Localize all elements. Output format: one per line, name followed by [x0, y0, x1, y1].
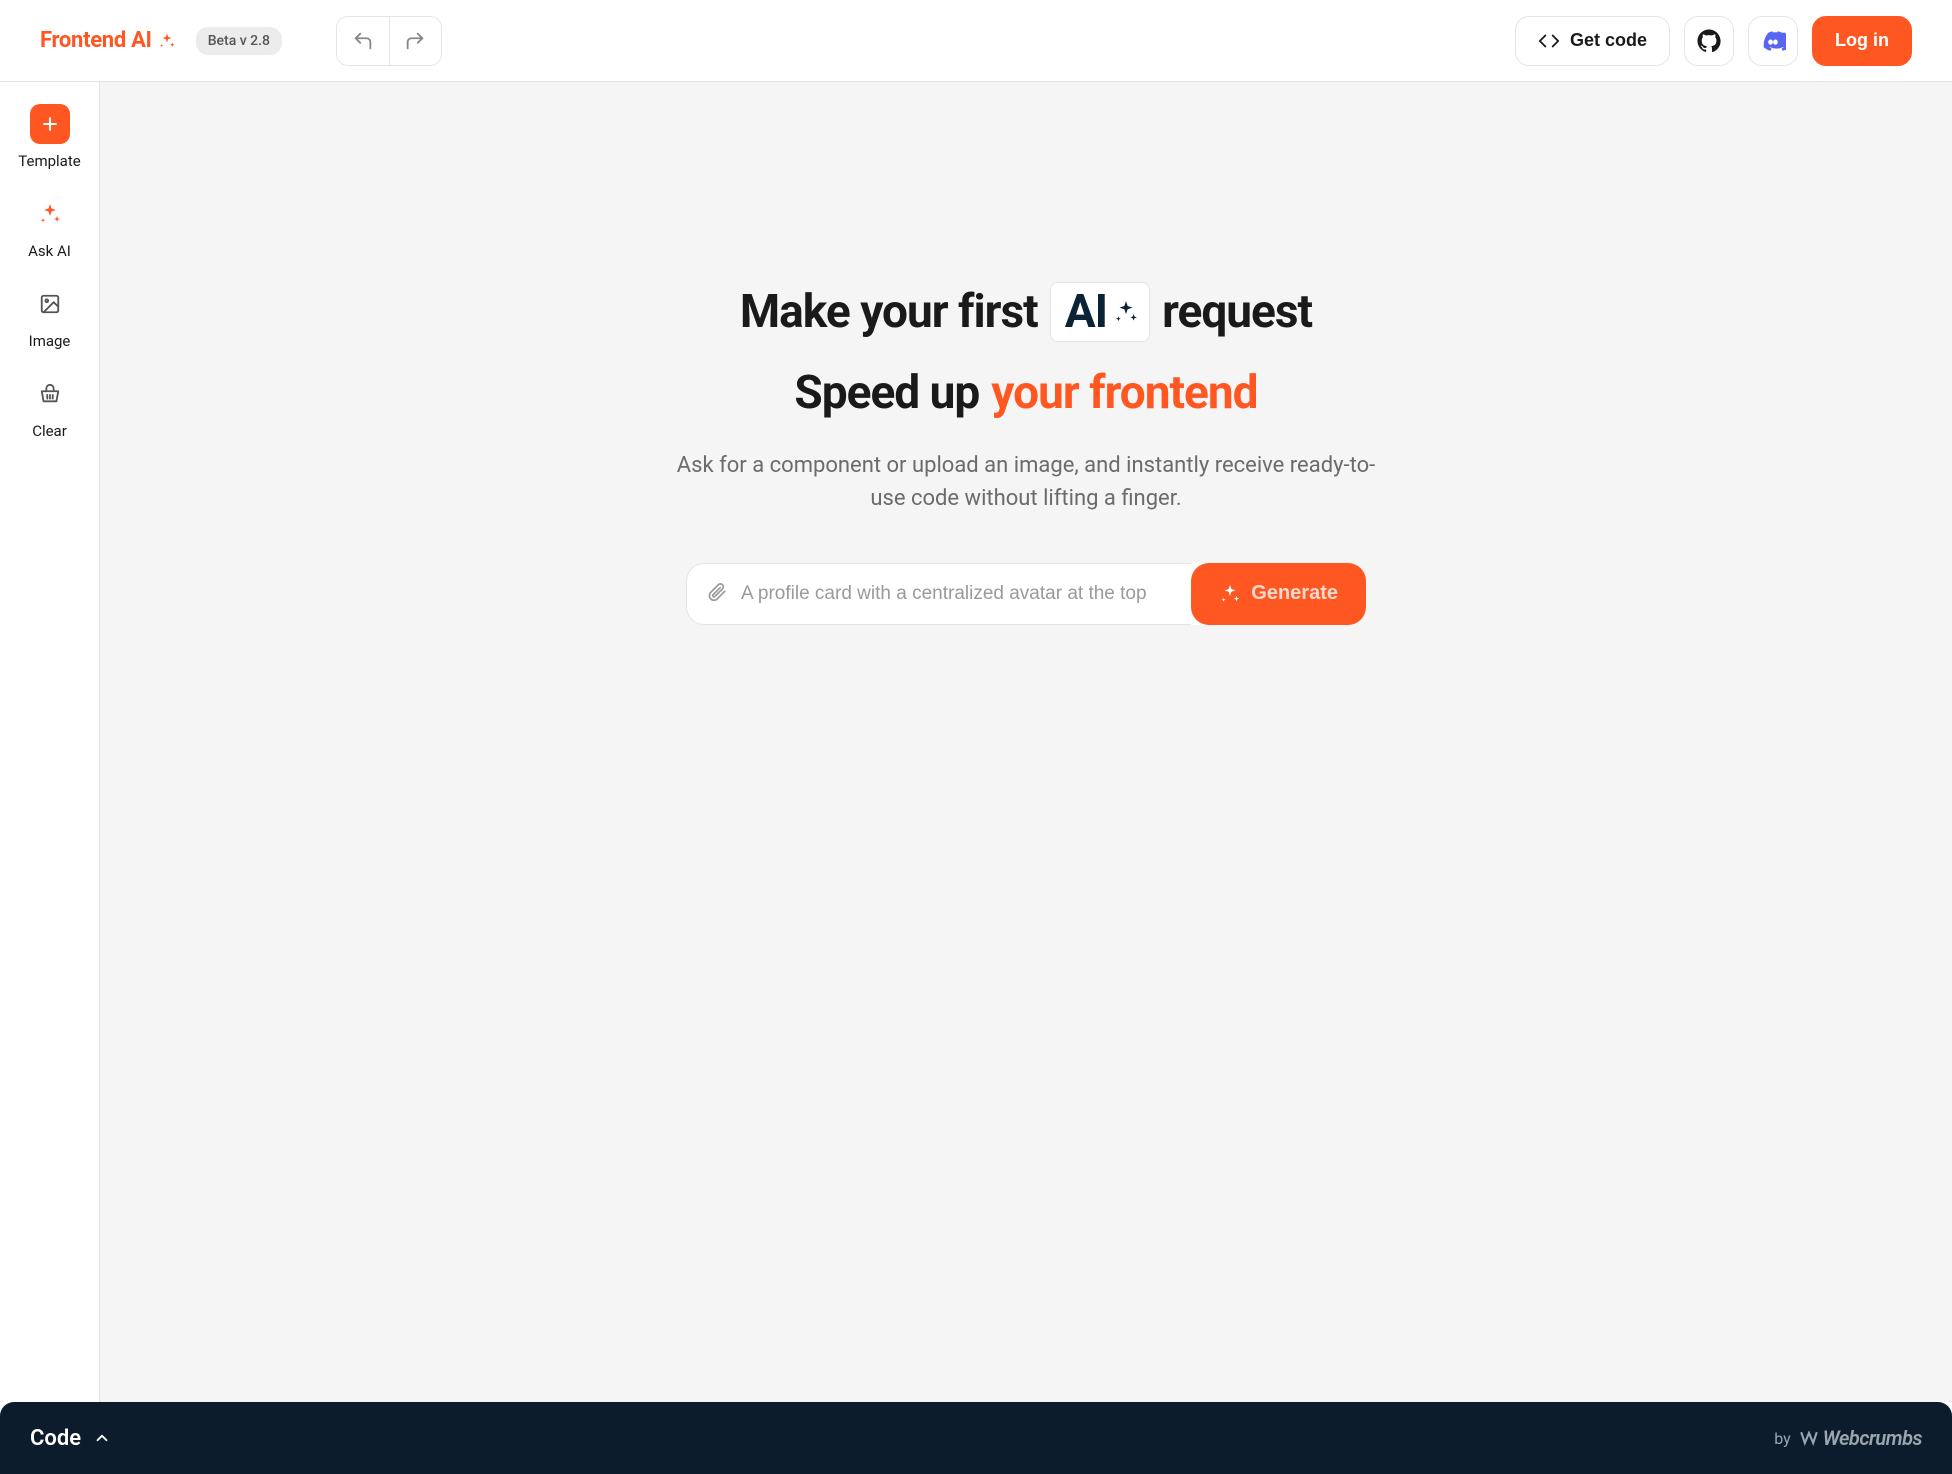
sparkle-icon [158, 32, 176, 50]
undo-button[interactable] [337, 17, 389, 65]
app-header: Frontend AI Beta v 2.8 Get code [0, 0, 1952, 82]
prompt-row: Generate [686, 563, 1366, 625]
sidebar-item-label: Clear [32, 422, 67, 440]
beta-badge: Beta v 2.8 [196, 27, 282, 55]
generate-label: Generate [1251, 582, 1338, 605]
ai-pill: AI [1050, 282, 1150, 342]
chevron-up-icon [93, 1429, 111, 1447]
prompt-input[interactable] [741, 583, 1171, 605]
code-icon [1538, 30, 1560, 52]
sidebar-item-template[interactable]: Template [0, 104, 99, 170]
footer-byline: by Webcrumbs [1774, 1426, 1922, 1450]
headline-post: request [1162, 285, 1312, 339]
webcrumbs-mark-icon [1799, 1428, 1819, 1448]
sidebar: Template Ask AI Image C [0, 82, 100, 1402]
logo-text: Frontend AI [40, 28, 152, 53]
code-toggle[interactable]: Code [30, 1426, 111, 1451]
ai-pill-text: AI [1065, 285, 1107, 339]
sidebar-item-label: Ask AI [28, 242, 71, 260]
headline: Make your first AI request Speed up your… [576, 282, 1476, 421]
header-actions: Get code Log in [1515, 16, 1912, 66]
get-code-button[interactable]: Get code [1515, 16, 1670, 66]
sidebar-item-label: Image [29, 332, 71, 350]
subheadline: Ask for a component or upload an image, … [666, 449, 1386, 515]
github-icon [1697, 29, 1721, 53]
login-button[interactable]: Log in [1812, 16, 1912, 66]
headline-pre: Make your first [740, 285, 1038, 339]
plus-icon [30, 104, 70, 144]
hero: Make your first AI request Speed up your… [576, 282, 1476, 625]
sidebar-item-image[interactable]: Image [0, 284, 99, 350]
sidebar-item-label: Template [18, 152, 80, 170]
by-label: by [1774, 1429, 1790, 1448]
sparkle-icon [1113, 299, 1139, 325]
undo-icon [352, 30, 374, 52]
paperclip-icon[interactable] [707, 582, 727, 606]
sparkle-icon [30, 194, 70, 234]
headline-line2-pre: Speed up [794, 366, 979, 420]
headline-line2-accent: your frontend [991, 366, 1257, 420]
github-button[interactable] [1684, 16, 1734, 66]
sidebar-item-clear[interactable]: Clear [0, 374, 99, 440]
undo-redo-group [336, 16, 442, 66]
prompt-field [686, 563, 1191, 625]
discord-icon [1760, 28, 1786, 54]
redo-icon [404, 30, 426, 52]
sidebar-item-ask-ai[interactable]: Ask AI [0, 194, 99, 260]
login-label: Log in [1835, 30, 1889, 51]
footer-brand-text: Webcrumbs [1823, 1426, 1922, 1450]
get-code-label: Get code [1570, 30, 1647, 51]
footer-bar: Code by Webcrumbs [0, 1402, 1952, 1474]
footer-brand[interactable]: Webcrumbs [1799, 1426, 1922, 1450]
sparkle-icon [1219, 583, 1241, 605]
main-canvas: Make your first AI request Speed up your… [100, 82, 1952, 1402]
generate-button[interactable]: Generate [1191, 563, 1366, 625]
basket-icon [30, 374, 70, 414]
redo-button[interactable] [389, 17, 441, 65]
logo[interactable]: Frontend AI [40, 28, 176, 53]
discord-button[interactable] [1748, 16, 1798, 66]
code-toggle-label: Code [30, 1426, 81, 1451]
image-icon [30, 284, 70, 324]
